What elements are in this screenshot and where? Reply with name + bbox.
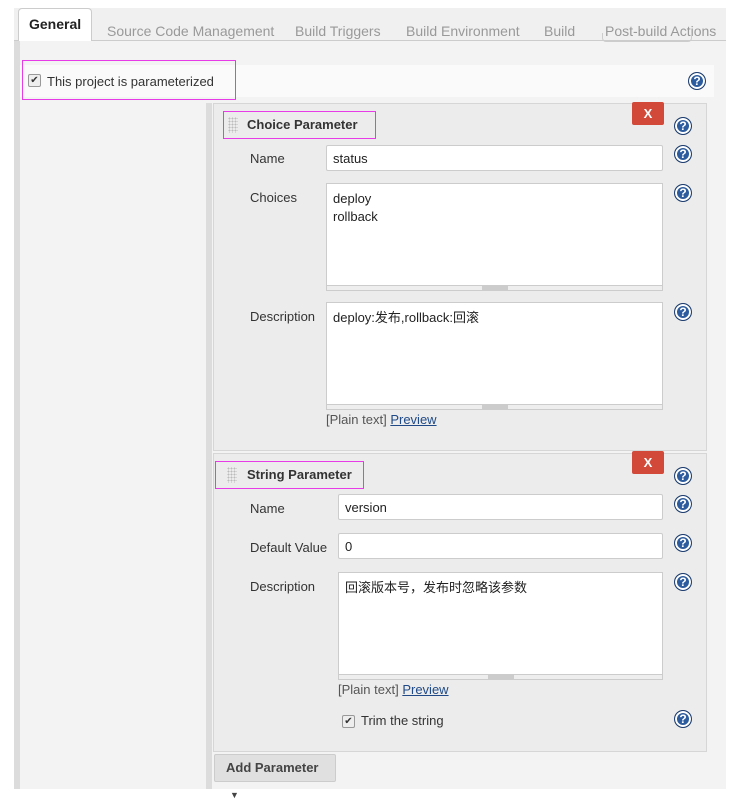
- help-icon[interactable]: ?: [674, 303, 692, 321]
- caret-down-icon: ▼: [230, 790, 239, 800]
- trim-string-label: Trim the string: [361, 713, 444, 728]
- textarea-resize-bar[interactable]: [326, 286, 663, 291]
- string-name-input[interactable]: version: [338, 494, 663, 520]
- string-parameter-title: String Parameter: [247, 467, 352, 482]
- preview-link[interactable]: Preview: [390, 412, 436, 427]
- plain-text-label: [Plain text]: [338, 682, 399, 697]
- description-label: Description: [250, 309, 316, 324]
- help-icon[interactable]: ?: [674, 573, 692, 591]
- add-parameter-button[interactable]: Add Parameter ▼: [214, 754, 336, 800]
- help-icon[interactable]: ?: [674, 534, 692, 552]
- help-icon[interactable]: ?: [674, 184, 692, 202]
- left-strip: [14, 41, 20, 789]
- name-label: Name: [250, 151, 285, 166]
- parameterized-label: This project is parameterized: [47, 74, 214, 89]
- tab-general[interactable]: General: [18, 8, 93, 42]
- add-parameter-label: Add Parameter: [226, 760, 319, 775]
- remove-string-parameter-button[interactable]: X: [632, 451, 664, 474]
- default-value-label: Default Value: [250, 540, 328, 555]
- help-icon[interactable]: ?: [674, 710, 692, 728]
- trim-string-checkbox[interactable]: ✔: [342, 715, 355, 728]
- description-label: Description: [250, 579, 316, 594]
- help-icon[interactable]: ?: [674, 145, 692, 163]
- default-value-input[interactable]: 0: [338, 533, 663, 559]
- choices-textarea[interactable]: deploy rollback: [326, 183, 663, 286]
- choices-label: Choices: [250, 190, 297, 205]
- help-icon[interactable]: ?: [674, 467, 692, 485]
- string-description-textarea[interactable]: 回滚版本号，发布时忽略该参数: [338, 572, 663, 675]
- preview-link[interactable]: Preview: [402, 682, 448, 697]
- textarea-resize-bar[interactable]: [326, 405, 663, 410]
- drag-handle-icon[interactable]: [227, 467, 237, 483]
- hidden-button-edge: [602, 33, 692, 42]
- tab-build[interactable]: Build: [544, 23, 575, 39]
- help-icon[interactable]: ?: [674, 117, 692, 135]
- tab-build-environment[interactable]: Build Environment: [406, 23, 520, 39]
- tab-source-code-management[interactable]: Source Code Management: [107, 23, 274, 39]
- help-icon[interactable]: ?: [688, 72, 706, 90]
- plain-text-label: [Plain text]: [326, 412, 387, 427]
- name-label: Name: [250, 501, 285, 516]
- remove-choice-parameter-button[interactable]: X: [632, 102, 664, 125]
- parameterized-checkbox[interactable]: ✔: [28, 74, 41, 87]
- textarea-resize-bar[interactable]: [338, 675, 663, 680]
- tab-build-triggers[interactable]: Build Triggers: [295, 23, 381, 39]
- help-icon[interactable]: ?: [674, 495, 692, 513]
- choice-description-textarea[interactable]: deploy:发布,rollback:回滚: [326, 302, 663, 405]
- params-strip: [206, 103, 212, 789]
- drag-handle-icon[interactable]: [228, 117, 238, 133]
- choice-parameter-title: Choice Parameter: [247, 117, 358, 132]
- choice-name-input[interactable]: status: [326, 145, 663, 171]
